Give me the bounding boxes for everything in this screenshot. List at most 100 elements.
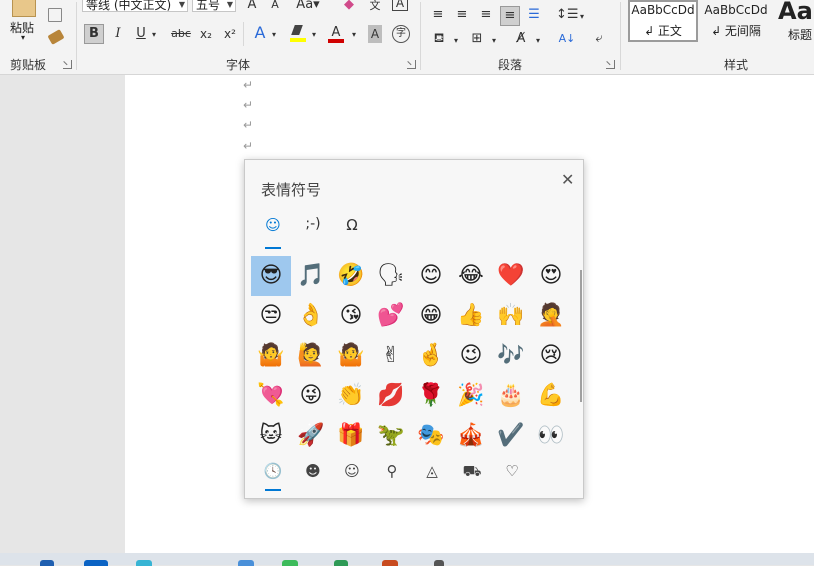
character-border-icon[interactable]: A [392, 0, 408, 11]
taskbar-app-icon[interactable] [382, 560, 398, 566]
emoji-cell[interactable]: 😒 [251, 296, 291, 336]
emoji-cell[interactable]: 💪 [531, 376, 571, 416]
shading-bucket-icon[interactable]: ⛾ [430, 30, 448, 48]
style-normal[interactable]: AaBbCcDd ↲ 正文 [628, 0, 698, 42]
chevron-down-icon[interactable]: ▾ [350, 26, 358, 44]
symbols-heart-icon[interactable]: ♡ [500, 462, 524, 480]
emoji-cell[interactable]: 🦖 [371, 416, 411, 456]
chevron-down-icon[interactable]: ▾ [490, 32, 498, 50]
people-icon[interactable]: ☺ [340, 462, 364, 480]
format-painter-icon[interactable] [47, 29, 65, 45]
taskbar-app-icon[interactable] [282, 560, 298, 566]
chevron-down-icon[interactable]: ▾ [578, 8, 586, 26]
bold-button[interactable]: B [84, 24, 104, 44]
smiley-faces-icon[interactable]: ☻ [301, 462, 325, 480]
emoji-cell[interactable]: 😜 [291, 376, 331, 416]
style-heading[interactable]: Aa 标题 [774, 0, 814, 42]
food-pizza-icon[interactable]: ◬ [420, 462, 444, 480]
kaomoji-tab-icon[interactable]: ;-) [299, 216, 327, 232]
emoji-cell[interactable]: 💋 [371, 376, 411, 416]
font-name-select[interactable]: 等线 (中文正文) ▼ [82, 0, 188, 12]
emoji-cell[interactable]: 💕 [371, 296, 411, 336]
close-icon[interactable]: ✕ [561, 170, 574, 189]
chevron-down-icon[interactable]: ▾ [310, 26, 318, 44]
emoji-cell[interactable]: 🐱 [251, 416, 291, 456]
emoji-cell[interactable]: ❤️ [491, 256, 531, 296]
emoji-cell[interactable]: 👌 [291, 296, 331, 336]
strikethrough-button[interactable]: abc [169, 25, 193, 43]
emoji-cell[interactable]: 👀 [531, 416, 571, 456]
recent-clock-icon[interactable]: 🕓 [261, 462, 285, 480]
font-size-select[interactable]: 五号 ▼ [192, 0, 236, 12]
distributed-icon[interactable]: ☰ [526, 6, 542, 24]
taskbar-app-icon[interactable] [84, 560, 108, 566]
taskbar-app-icon[interactable] [434, 560, 444, 566]
change-case-icon[interactable]: Aa▾ [296, 0, 320, 14]
style-no-spacing[interactable]: AaBbCcDd ↲ 无间隔 [702, 0, 770, 42]
emoji-cell[interactable]: 🙋 [291, 336, 331, 376]
font-color-button[interactable]: A [328, 24, 344, 44]
emoji-cell[interactable]: 🎪 [451, 416, 491, 456]
emoji-cell[interactable]: 🤞 [411, 336, 451, 376]
emoji-cell[interactable]: 😂 [451, 256, 491, 296]
emoji-cell[interactable]: ✌ [371, 336, 411, 376]
chevron-down-icon[interactable]: ▾ [150, 26, 158, 44]
align-right-icon[interactable]: ≡ [478, 6, 494, 24]
emoji-cell[interactable]: 💘 [251, 376, 291, 416]
emoji-cell[interactable]: 👏 [331, 376, 371, 416]
emoji-cell[interactable]: 🎂 [491, 376, 531, 416]
emoji-cell[interactable]: 🤣 [331, 256, 371, 296]
chevron-down-icon[interactable]: ▾ [452, 32, 460, 50]
emoji-cell[interactable]: 😢 [531, 336, 571, 376]
emoji-tab-icon[interactable]: ☺ [259, 216, 287, 234]
emoji-cell[interactable]: 🤷 [331, 336, 371, 376]
text-effects-icon[interactable]: A [252, 24, 268, 42]
emoji-cell[interactable]: 🎵 [291, 256, 331, 296]
grow-font-icon[interactable]: A [245, 0, 259, 14]
celebration-balloon-icon[interactable]: ⚲ [380, 462, 404, 480]
enclose-character-icon[interactable]: 字 [392, 25, 410, 43]
taskbar-app-icon[interactable] [238, 560, 254, 566]
emoji-cell[interactable]: 😊 [411, 256, 451, 296]
emoji-cell[interactable]: 🎁 [331, 416, 371, 456]
travel-car-icon[interactable]: ⛟ [460, 462, 484, 482]
underline-button[interactable]: U [134, 25, 148, 43]
emoji-cell[interactable]: 😍 [531, 256, 571, 296]
emoji-cell[interactable]: 🎭 [411, 416, 451, 456]
emoji-cell[interactable]: 👍 [451, 296, 491, 336]
borders-icon[interactable]: ⊞ [469, 30, 485, 48]
clear-formatting-icon[interactable]: ◆ [341, 0, 357, 14]
emoji-cell[interactable]: 🎶 [491, 336, 531, 376]
emoji-cell[interactable]: 😎 [251, 256, 291, 296]
align-center-icon[interactable]: ≡ [454, 6, 470, 24]
symbols-tab-icon[interactable]: Ω [338, 216, 366, 234]
emoji-cell[interactable]: 😁 [411, 296, 451, 336]
emoji-cell[interactable]: 🤷 [251, 336, 291, 376]
emoji-cell[interactable]: 🎉 [451, 376, 491, 416]
show-marks-icon[interactable]: ⤶ [592, 30, 606, 48]
copy-icon[interactable] [48, 8, 62, 22]
chinese-layout-icon[interactable]: A̸ [512, 30, 530, 48]
character-shading-icon[interactable]: A [368, 25, 382, 43]
scrollbar[interactable] [580, 270, 582, 402]
emoji-cell[interactable]: 🤦 [531, 296, 571, 336]
emoji-cell[interactable]: ✔️ [491, 416, 531, 456]
highlight-color-button[interactable] [290, 25, 306, 43]
chevron-down-icon[interactable]: ▾ [270, 26, 278, 44]
chevron-down-icon[interactable]: ▾ [534, 32, 542, 50]
justify-icon[interactable]: ≡ [500, 6, 520, 26]
clipboard-launcher-icon[interactable] [63, 60, 72, 69]
paragraph-launcher-icon[interactable] [606, 60, 615, 69]
emoji-cell[interactable]: 🌹 [411, 376, 451, 416]
shrink-font-icon[interactable]: A [268, 0, 282, 14]
emoji-cell[interactable]: 🚀 [291, 416, 331, 456]
phonetic-guide-icon[interactable]: 文 [367, 0, 383, 15]
emoji-cell[interactable]: 🙌 [491, 296, 531, 336]
emoji-cell[interactable]: 😘 [331, 296, 371, 336]
taskbar-app-icon[interactable] [334, 560, 348, 566]
align-left-icon[interactable]: ≡ [430, 6, 446, 24]
taskbar-app-icon[interactable] [136, 560, 152, 566]
superscript-button[interactable]: x² [222, 25, 238, 43]
sort-icon[interactable]: A↓ [558, 30, 576, 48]
font-launcher-icon[interactable] [407, 60, 416, 69]
